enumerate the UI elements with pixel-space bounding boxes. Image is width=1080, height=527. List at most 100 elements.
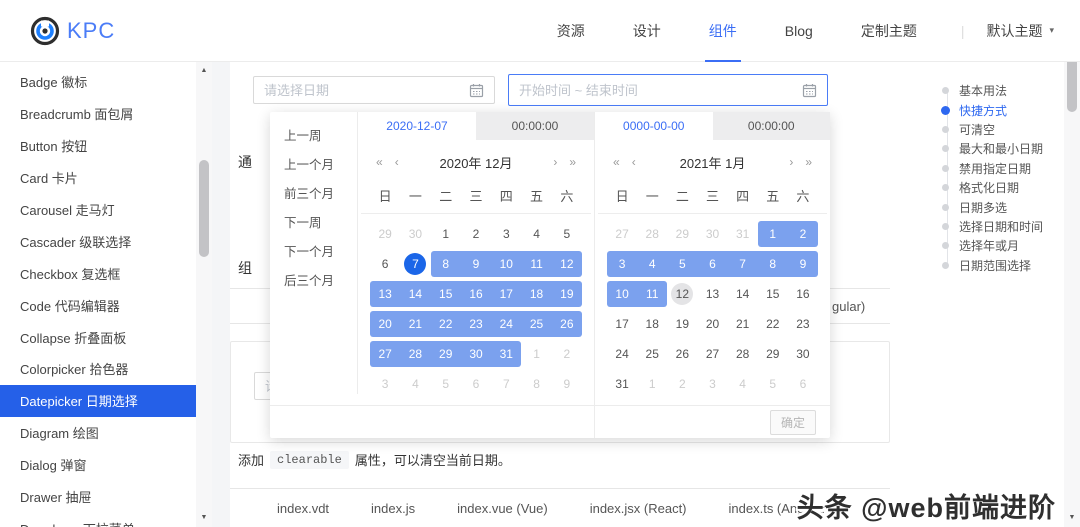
day-cell[interactable]: 30	[461, 341, 491, 367]
day-cell[interactable]: 14	[728, 281, 758, 307]
next-month-icon[interactable]: ›	[783, 155, 799, 169]
day-cell[interactable]: 12	[552, 251, 582, 277]
date-tab[interactable]: 0000-00-00	[595, 112, 713, 140]
day-cell[interactable]: 27	[370, 341, 400, 367]
day-cell[interactable]: 22	[758, 311, 788, 337]
nav-item[interactable]: Blog	[781, 0, 817, 62]
year-month-title[interactable]: 2020年 12月	[405, 153, 548, 172]
sidebar-item[interactable]: Button 按钮	[0, 130, 196, 162]
shortcut-item[interactable]: 后三个月	[270, 267, 357, 296]
day-cell[interactable]: 4	[728, 371, 758, 397]
day-cell[interactable]: 30	[697, 221, 727, 247]
day-cell[interactable]: 28	[637, 221, 667, 247]
day-cell[interactable]: 11	[521, 251, 551, 277]
day-cell[interactable]: 5	[552, 221, 582, 247]
day-cell[interactable]: 13	[697, 281, 727, 307]
day-cell[interactable]: 3	[607, 251, 637, 277]
day-cell[interactable]: 5	[667, 251, 697, 277]
day-cell[interactable]: 29	[370, 221, 400, 247]
scroll-down-icon[interactable]: ▼	[1064, 511, 1080, 525]
sidebar-item[interactable]: Dropdown 下拉菜单	[0, 512, 196, 527]
sidebar-scrollbar-thumb[interactable]	[199, 160, 209, 257]
sidebar-item[interactable]: Card 卡片	[0, 162, 196, 194]
page-scrollbar[interactable]: ▼	[1064, 62, 1080, 527]
day-cell[interactable]: 20	[697, 311, 727, 337]
next-month-icon[interactable]: ›	[547, 155, 563, 169]
prev-year-icon[interactable]: «	[607, 155, 626, 169]
day-cell[interactable]: 7	[728, 251, 758, 277]
day-cell[interactable]: 28	[728, 341, 758, 367]
sidebar-item[interactable]: Breadcrumb 面包屑	[0, 98, 196, 130]
day-cell[interactable]: 8	[521, 371, 551, 397]
day-cell[interactable]: 6	[370, 251, 400, 277]
sidebar-item[interactable]: Checkbox 复选框	[0, 257, 196, 289]
day-cell[interactable]: 23	[461, 311, 491, 337]
day-cell[interactable]: 3	[370, 371, 400, 397]
day-cell[interactable]: 17	[607, 311, 637, 337]
day-cell[interactable]: 22	[431, 311, 461, 337]
day-cell[interactable]: 12	[667, 281, 697, 307]
sidebar-item[interactable]: Diagram 绘图	[0, 417, 196, 449]
day-cell[interactable]: 16	[461, 281, 491, 307]
day-cell[interactable]: 19	[552, 281, 582, 307]
day-cell[interactable]: 10	[607, 281, 637, 307]
day-cell[interactable]: 13	[370, 281, 400, 307]
anchor-item[interactable]: 日期多选	[942, 197, 1043, 216]
day-cell[interactable]: 15	[758, 281, 788, 307]
day-cell[interactable]: 10	[491, 251, 521, 277]
shortcut-item[interactable]: 前三个月	[270, 180, 357, 209]
day-cell[interactable]: 19	[667, 311, 697, 337]
day-cell[interactable]: 30	[400, 221, 430, 247]
day-cell[interactable]: 29	[667, 221, 697, 247]
day-cell[interactable]: 2	[552, 341, 582, 367]
day-cell[interactable]: 27	[697, 341, 727, 367]
day-cell[interactable]: 28	[400, 341, 430, 367]
day-cell[interactable]: 31	[491, 341, 521, 367]
code-tab[interactable]: index.vdt	[277, 501, 329, 516]
day-cell[interactable]: 2	[788, 221, 818, 247]
day-cell[interactable]: 1	[637, 371, 667, 397]
code-tab[interactable]: index.vue (Vue)	[457, 501, 548, 516]
day-cell[interactable]: 6	[697, 251, 727, 277]
day-cell[interactable]: 25	[637, 341, 667, 367]
day-cell[interactable]: 3	[491, 221, 521, 247]
code-tab[interactable]: index.jsx (React)	[590, 501, 687, 516]
sidebar-item[interactable]: Dialog 弹窗	[0, 449, 196, 481]
day-cell[interactable]: 4	[521, 221, 551, 247]
day-cell[interactable]: 18	[521, 281, 551, 307]
day-cell[interactable]: 3	[697, 371, 727, 397]
anchor-item[interactable]: 选择年或月	[942, 236, 1043, 255]
day-cell[interactable]: 9	[788, 251, 818, 277]
page-scrollbar-thumb[interactable]	[1067, 57, 1077, 112]
confirm-button[interactable]: 确定	[770, 410, 816, 435]
scroll-down-icon[interactable]: ▼	[196, 511, 212, 525]
day-cell[interactable]: 5	[758, 371, 788, 397]
anchor-item[interactable]: 可清空	[942, 120, 1043, 139]
day-cell[interactable]: 7	[400, 251, 430, 277]
nav-item[interactable]: 资源	[553, 0, 589, 62]
prev-month-icon[interactable]: ‹	[389, 155, 405, 169]
sidebar-item[interactable]: Cascader 级联选择	[0, 225, 196, 257]
nav-item[interactable]: 组件	[705, 0, 741, 62]
day-cell[interactable]: 20	[370, 311, 400, 337]
sidebar-item[interactable]: Datepicker 日期选择	[0, 385, 196, 417]
anchor-item[interactable]: 日期范围选择	[942, 256, 1043, 275]
day-cell[interactable]: 8	[431, 251, 461, 277]
sidebar-scrollbar[interactable]: ▲ ▼	[196, 62, 212, 527]
anchor-item[interactable]: 禁用指定日期	[942, 159, 1043, 178]
day-cell[interactable]: 31	[607, 371, 637, 397]
anchor-item[interactable]: 基本用法	[942, 81, 1043, 100]
day-cell[interactable]: 18	[637, 311, 667, 337]
calendar-icon[interactable]	[469, 83, 484, 98]
sidebar-item[interactable]: Colorpicker 拾色器	[0, 353, 196, 385]
anchor-item[interactable]: 格式化日期	[942, 178, 1043, 197]
day-cell[interactable]: 11	[637, 281, 667, 307]
sidebar-item[interactable]: Drawer 抽屉	[0, 481, 196, 513]
day-cell[interactable]: 27	[607, 221, 637, 247]
day-cell[interactable]: 24	[607, 341, 637, 367]
next-year-icon[interactable]: »	[563, 155, 582, 169]
day-cell[interactable]: 17	[491, 281, 521, 307]
day-cell[interactable]: 1	[521, 341, 551, 367]
date-input[interactable]	[253, 76, 495, 104]
day-cell[interactable]: 7	[491, 371, 521, 397]
